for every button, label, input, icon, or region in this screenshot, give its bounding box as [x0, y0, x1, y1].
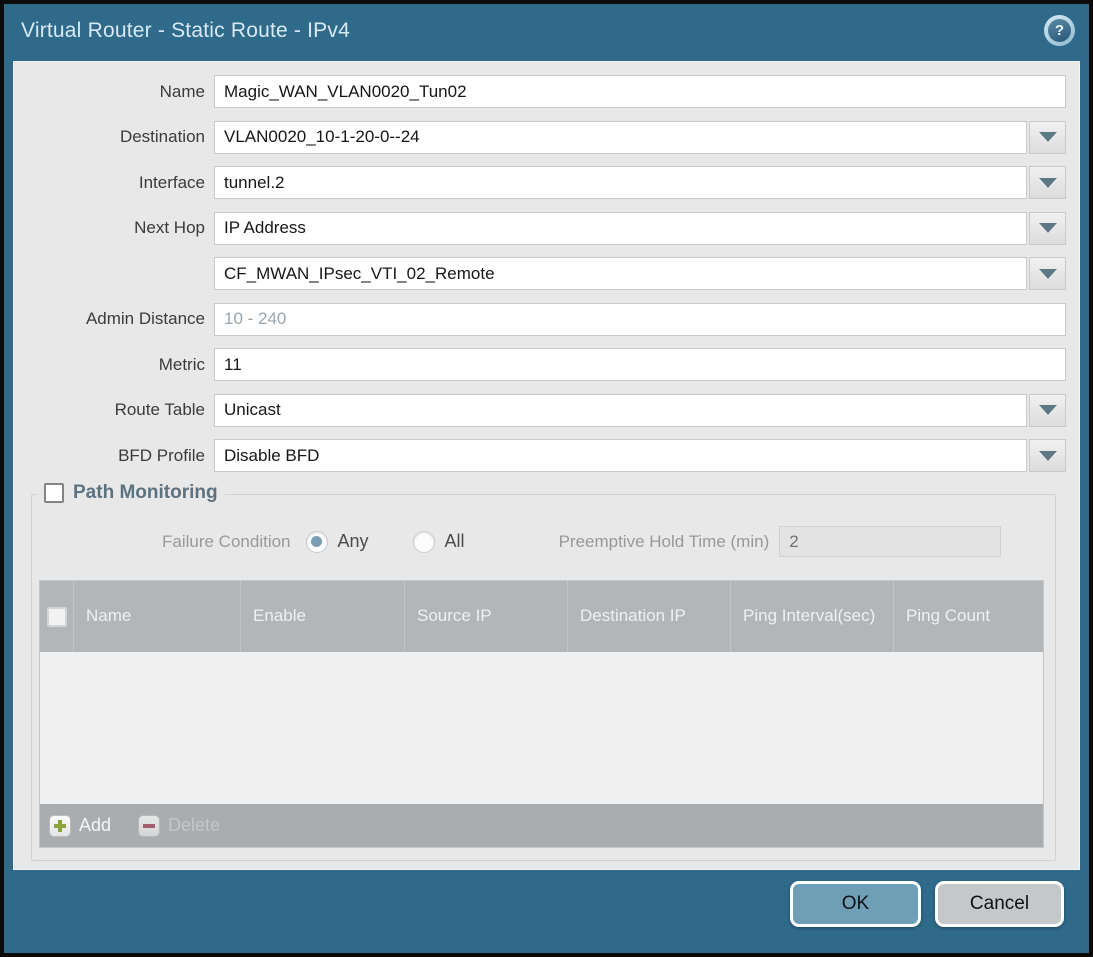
radio-any-label: Any [338, 531, 369, 552]
form-row-destination: Destination [14, 121, 1066, 154]
form-row-next-hop-address [14, 257, 1066, 290]
radio-all-label: All [445, 531, 465, 552]
name-label: Name [14, 82, 214, 102]
virtual-router-static-route-dialog: Virtual Router - Static Route - IPv4 ? N… [0, 0, 1093, 957]
next-hop-dropdown-button[interactable] [1029, 212, 1066, 245]
form-row-route-table: Route Table [14, 394, 1066, 427]
cancel-button[interactable]: Cancel [935, 881, 1064, 927]
add-button[interactable]: Add [49, 815, 111, 837]
next-hop-address-dropdown-button[interactable] [1029, 257, 1066, 290]
dialog-content: Name Destination Interface [13, 61, 1080, 870]
dialog-title: Virtual Router - Static Route - IPv4 [21, 19, 1044, 43]
next-hop-type-input[interactable] [214, 212, 1027, 245]
table-body-empty [40, 652, 1043, 804]
chevron-down-icon [1039, 178, 1057, 188]
path-monitoring-checkbox[interactable] [44, 483, 64, 503]
path-monitoring-legend: Path Monitoring [37, 482, 225, 504]
metric-input[interactable] [214, 348, 1066, 381]
add-plus-icon [49, 815, 71, 837]
path-monitoring-table: Name Enable Source IP Destination IP Pin… [39, 580, 1044, 848]
delete-button-label: Delete [168, 815, 220, 836]
interface-dropdown-button[interactable] [1029, 166, 1066, 199]
form-row-metric: Metric [14, 348, 1066, 381]
next-hop-address-input[interactable] [214, 257, 1027, 290]
add-button-label: Add [79, 815, 111, 836]
interface-label: Interface [14, 173, 214, 193]
table-toolbar: Add Delete [40, 804, 1043, 847]
destination-input[interactable] [214, 121, 1027, 154]
chevron-down-icon [1039, 405, 1057, 415]
form-row-interface: Interface [14, 166, 1066, 199]
column-header-ping-interval: Ping Interval(sec) [730, 581, 893, 652]
admin-distance-label: Admin Distance [14, 309, 214, 329]
chevron-down-icon [1039, 132, 1057, 142]
route-table-dropdown-button[interactable] [1029, 394, 1066, 427]
failure-condition-radio-any[interactable] [306, 531, 328, 553]
table-header-checkbox-cell [40, 581, 73, 652]
destination-label: Destination [14, 127, 214, 147]
path-monitoring-section: Path Monitoring Failure Condition Any Al… [31, 494, 1056, 861]
form-row-bfd-profile: BFD Profile [14, 439, 1066, 472]
route-table-label: Route Table [14, 400, 214, 420]
column-header-name: Name [73, 581, 240, 652]
route-table-input[interactable] [214, 394, 1027, 427]
preemptive-hold-time-input[interactable] [779, 526, 1001, 557]
bfd-profile-input[interactable] [214, 439, 1027, 472]
table-header-row: Name Enable Source IP Destination IP Pin… [40, 581, 1043, 652]
ok-button[interactable]: OK [790, 881, 921, 927]
path-monitoring-title: Path Monitoring [73, 482, 218, 504]
delete-minus-icon [138, 815, 160, 837]
interface-input[interactable] [214, 166, 1027, 199]
next-hop-label: Next Hop [14, 218, 214, 238]
metric-label: Metric [14, 355, 214, 375]
bfd-profile-dropdown-button[interactable] [1029, 439, 1066, 472]
column-header-source-ip: Source IP [404, 581, 567, 652]
failure-condition-label: Failure Condition [162, 532, 291, 552]
preemptive-hold-time-label: Preemptive Hold Time (min) [559, 532, 770, 552]
chevron-down-icon [1039, 269, 1057, 279]
column-header-destination-ip: Destination IP [567, 581, 730, 652]
help-question-glyph: ? [1048, 19, 1071, 42]
admin-distance-input[interactable] [214, 303, 1066, 336]
select-all-checkbox[interactable] [47, 607, 67, 627]
form-row-name: Name [14, 75, 1066, 108]
name-input[interactable] [214, 75, 1066, 108]
column-header-ping-count: Ping Count [893, 581, 1043, 652]
chevron-down-icon [1039, 223, 1057, 233]
chevron-down-icon [1039, 451, 1057, 461]
column-header-enable: Enable [240, 581, 404, 652]
delete-button[interactable]: Delete [138, 815, 220, 837]
form-row-admin-distance: Admin Distance [14, 303, 1066, 336]
title-bar: Virtual Router - Static Route - IPv4 ? [4, 4, 1089, 57]
failure-condition-radio-all[interactable] [413, 531, 435, 553]
dialog-footer: OK Cancel [4, 866, 1089, 953]
failure-condition-row: Failure Condition Any All Preemptive Hol… [32, 526, 1055, 557]
help-icon[interactable]: ? [1044, 15, 1075, 46]
destination-dropdown-button[interactable] [1029, 121, 1066, 154]
bfd-profile-label: BFD Profile [14, 446, 214, 466]
form-row-next-hop: Next Hop [14, 212, 1066, 245]
